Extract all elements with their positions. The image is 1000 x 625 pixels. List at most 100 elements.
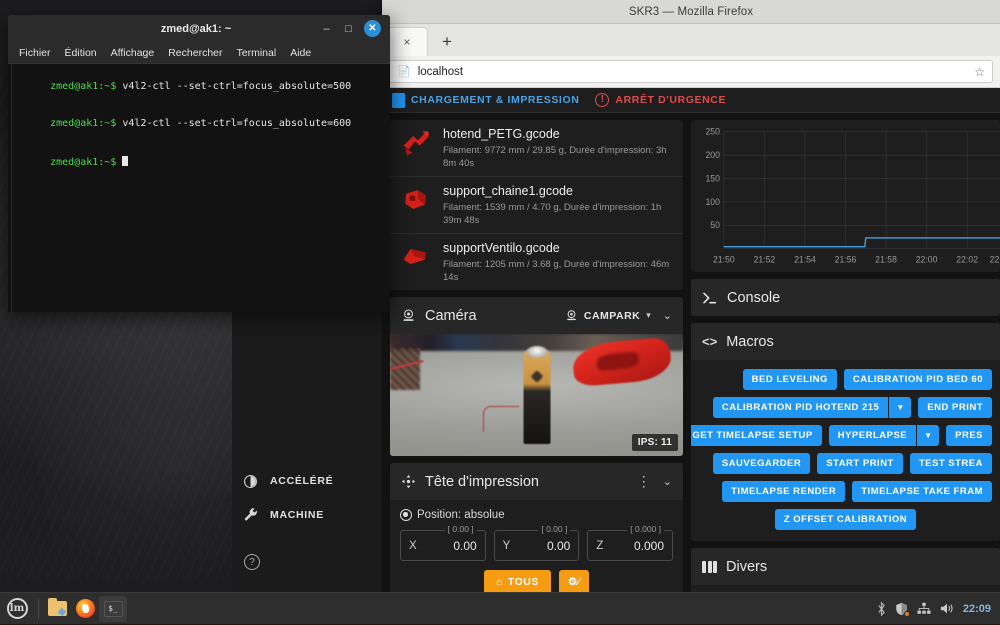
- firefox-launcher[interactable]: [71, 593, 99, 625]
- camera-source-select[interactable]: CAMPARK ▾: [565, 309, 651, 322]
- motors-off-button[interactable]: ⚙∕: [559, 570, 589, 592]
- toolhead-buttons: ⌂ TOUS ⚙∕: [400, 570, 673, 592]
- macro-caret-icon[interactable]: ▼: [889, 397, 911, 418]
- macro-calibration-pid-hotend-215[interactable]: CALIBRATION PID HOTEND 215: [713, 397, 888, 418]
- firefox-icon: [76, 599, 95, 618]
- gcode-thumbnail-icon: [398, 240, 434, 274]
- macro-caret-icon[interactable]: ▼: [917, 425, 939, 446]
- terminal-window[interactable]: zmed@ak1: ~ – □ ✕ Fichier Édition Affich…: [8, 15, 390, 312]
- svg-text:22:00: 22:00: [916, 254, 938, 264]
- terminal-window-controls: – □ ✕: [320, 20, 390, 37]
- macro-sauvegarder[interactable]: SAUVEGARDER: [713, 453, 810, 474]
- console-prompt-icon: [702, 291, 718, 305]
- home-all-button[interactable]: ⌂ TOUS: [484, 570, 551, 592]
- svg-text:150: 150: [705, 173, 720, 183]
- macro-hyperlapse-group: HYPERLAPSE ▼: [829, 425, 939, 446]
- terminal-command: v4l2-ctl --set-ctrl=focus_absolute=600: [116, 118, 351, 129]
- page-info-icon[interactable]: 📄: [397, 65, 411, 78]
- axis-z-readout[interactable]: [ 0.000 ] Z 0.000: [587, 530, 673, 561]
- volume-tray-icon[interactable]: [940, 602, 954, 615]
- taskbar-clock[interactable]: 22:09: [963, 603, 991, 615]
- macro-calibration-pid-hotend-215-group: CALIBRATION PID HOTEND 215 ▼: [713, 397, 911, 418]
- chargement-impression-button[interactable]: CHARGEMENT & IMPRESSION: [392, 93, 579, 108]
- file-list-item[interactable]: supportVentilo.gcode Filament: 1205 mm /…: [390, 234, 683, 290]
- axis-x-readout[interactable]: [ 0.00 ] X 0.00: [400, 530, 486, 561]
- file-meta: Filament: 1205 mm / 3.68 g, Durée d'impr…: [443, 258, 673, 284]
- macro-get-timelapse-setup[interactable]: GET TIMELAPSE SETUP: [691, 425, 822, 446]
- url-bar[interactable]: 📄 localhost ☆: [389, 60, 993, 83]
- macro-calibration-pid-bed-60[interactable]: CALIBRATION PID BED 60: [844, 369, 992, 390]
- console-card: Console: [691, 279, 1000, 316]
- macro-z-offset-calibration[interactable]: Z OFFSET CALIBRATION: [775, 509, 916, 530]
- macro-hyperlapse[interactable]: HYPERLAPSE: [829, 425, 916, 446]
- toolhead-collapse-chevron-icon[interactable]: ⌄: [663, 475, 672, 488]
- taskbar: lm $_: [0, 592, 1000, 624]
- start-menu-button[interactable]: lm: [0, 593, 34, 625]
- menu-aide[interactable]: Aide: [290, 47, 311, 59]
- macro-start-print[interactable]: START PRINT: [817, 453, 903, 474]
- minimize-icon[interactable]: –: [320, 23, 333, 35]
- macro-timelapse-take-frame[interactable]: TIMELAPSE TAKE FRAM: [852, 481, 992, 502]
- svg-text:21:54: 21:54: [794, 254, 816, 264]
- arret-urgence-label: ARRÊT D'URGENCE: [615, 94, 726, 106]
- file-list-item[interactable]: support_chaine1.gcode Filament: 1539 mm …: [390, 177, 683, 234]
- console-card-header: Console: [691, 279, 1000, 316]
- update-shield-tray-icon[interactable]: [895, 602, 908, 616]
- camera-collapse-chevron-icon[interactable]: ⌄: [663, 309, 672, 322]
- menu-fichier[interactable]: Fichier: [19, 47, 51, 59]
- macro-test-stream[interactable]: TEST STREA: [910, 453, 992, 474]
- axis-readouts: [ 0.00 ] X 0.00 [ 0.00 ] Y 0.00 [ 0.000 …: [400, 530, 673, 561]
- bluetooth-tray-icon[interactable]: [877, 602, 886, 616]
- sidebar-item-accelere[interactable]: ACCÉLÉRÉ: [232, 464, 382, 498]
- browser-tab[interactable]: ×: [386, 27, 428, 56]
- terminal-launcher[interactable]: $_: [99, 596, 127, 622]
- network-tray-icon[interactable]: [917, 602, 931, 615]
- menu-rechercher[interactable]: Rechercher: [168, 47, 222, 59]
- close-icon[interactable]: ✕: [364, 20, 381, 37]
- temperature-chart[interactable]: 250 200 150 100 50 21:50 21:52 21:54: [691, 120, 1000, 272]
- svg-text:21:56: 21:56: [835, 254, 857, 264]
- macro-timelapse-render[interactable]: TIMELAPSE RENDER: [722, 481, 845, 502]
- page-columns: hotend_PETG.gcode Filament: 9772 mm / 29…: [382, 113, 1000, 592]
- axis-y-readout[interactable]: [ 0.00 ] Y 0.00: [494, 530, 580, 561]
- maximize-icon[interactable]: □: [342, 23, 355, 35]
- toolhead-overflow-menu-icon[interactable]: ⋮: [637, 479, 651, 484]
- update-badge-dot: [904, 611, 910, 617]
- menu-terminal[interactable]: Terminal: [237, 47, 277, 59]
- svg-text:50: 50: [710, 220, 720, 230]
- axis-y-target: [ 0.00 ]: [538, 524, 570, 534]
- file-list-card: hotend_PETG.gcode Filament: 9772 mm / 29…: [390, 120, 683, 290]
- axis-y-label: Y: [503, 540, 511, 552]
- file-info: supportVentilo.gcode Filament: 1205 mm /…: [443, 240, 673, 284]
- speedometer-icon: [242, 474, 259, 489]
- file-list-item[interactable]: hotend_PETG.gcode Filament: 9772 mm / 29…: [390, 120, 683, 177]
- bookmark-star-icon[interactable]: ☆: [974, 65, 985, 79]
- url-text[interactable]: localhost: [418, 66, 968, 78]
- terminal-output[interactable]: zmed@ak1:~$ v4l2-ctl --set-ctrl=focus_ab…: [8, 64, 390, 312]
- svg-text:22:02: 22:02: [956, 254, 978, 264]
- files-launcher[interactable]: [43, 593, 71, 625]
- file-meta: Filament: 1539 mm / 4.70 g, Durée d'impr…: [443, 201, 673, 227]
- terminal-titlebar[interactable]: zmed@ak1: ~ – □ ✕: [8, 15, 390, 42]
- sidebar-item-machine[interactable]: MACHINE: [232, 498, 382, 532]
- sidebar-help-button[interactable]: ?: [232, 532, 382, 592]
- console-title: Console: [727, 290, 989, 306]
- camera-stream[interactable]: IPS: 11: [390, 334, 683, 456]
- divers-card: Divers ✚ Fan: [691, 548, 1000, 592]
- code-icon: <>: [702, 334, 717, 349]
- macro-row: TIMELAPSE RENDER TIMELAPSE TAKE FRAM: [699, 481, 992, 502]
- terminal-prompt: zmed@ak1:~$: [50, 81, 116, 92]
- macro-preset[interactable]: PRES: [946, 425, 992, 446]
- macro-end-print[interactable]: END PRINT: [918, 397, 992, 418]
- macro-bed-leveling[interactable]: BED LEVELING: [743, 369, 837, 390]
- file-info: hotend_PETG.gcode Filament: 9772 mm / 29…: [443, 126, 673, 170]
- new-tab-button[interactable]: +: [432, 28, 462, 56]
- tab-close-icon[interactable]: ×: [403, 35, 410, 49]
- camera-card: Caméra CAMPARK: [390, 297, 683, 456]
- axis-z-target: [ 0.000 ]: [627, 524, 664, 534]
- position-mode-row: Position: absolue: [400, 509, 673, 521]
- folder-icon: [48, 601, 67, 616]
- menu-affichage[interactable]: Affichage: [111, 47, 155, 59]
- arret-urgence-button[interactable]: ARRÊT D'URGENCE: [595, 93, 726, 107]
- menu-edition[interactable]: Édition: [65, 47, 97, 59]
